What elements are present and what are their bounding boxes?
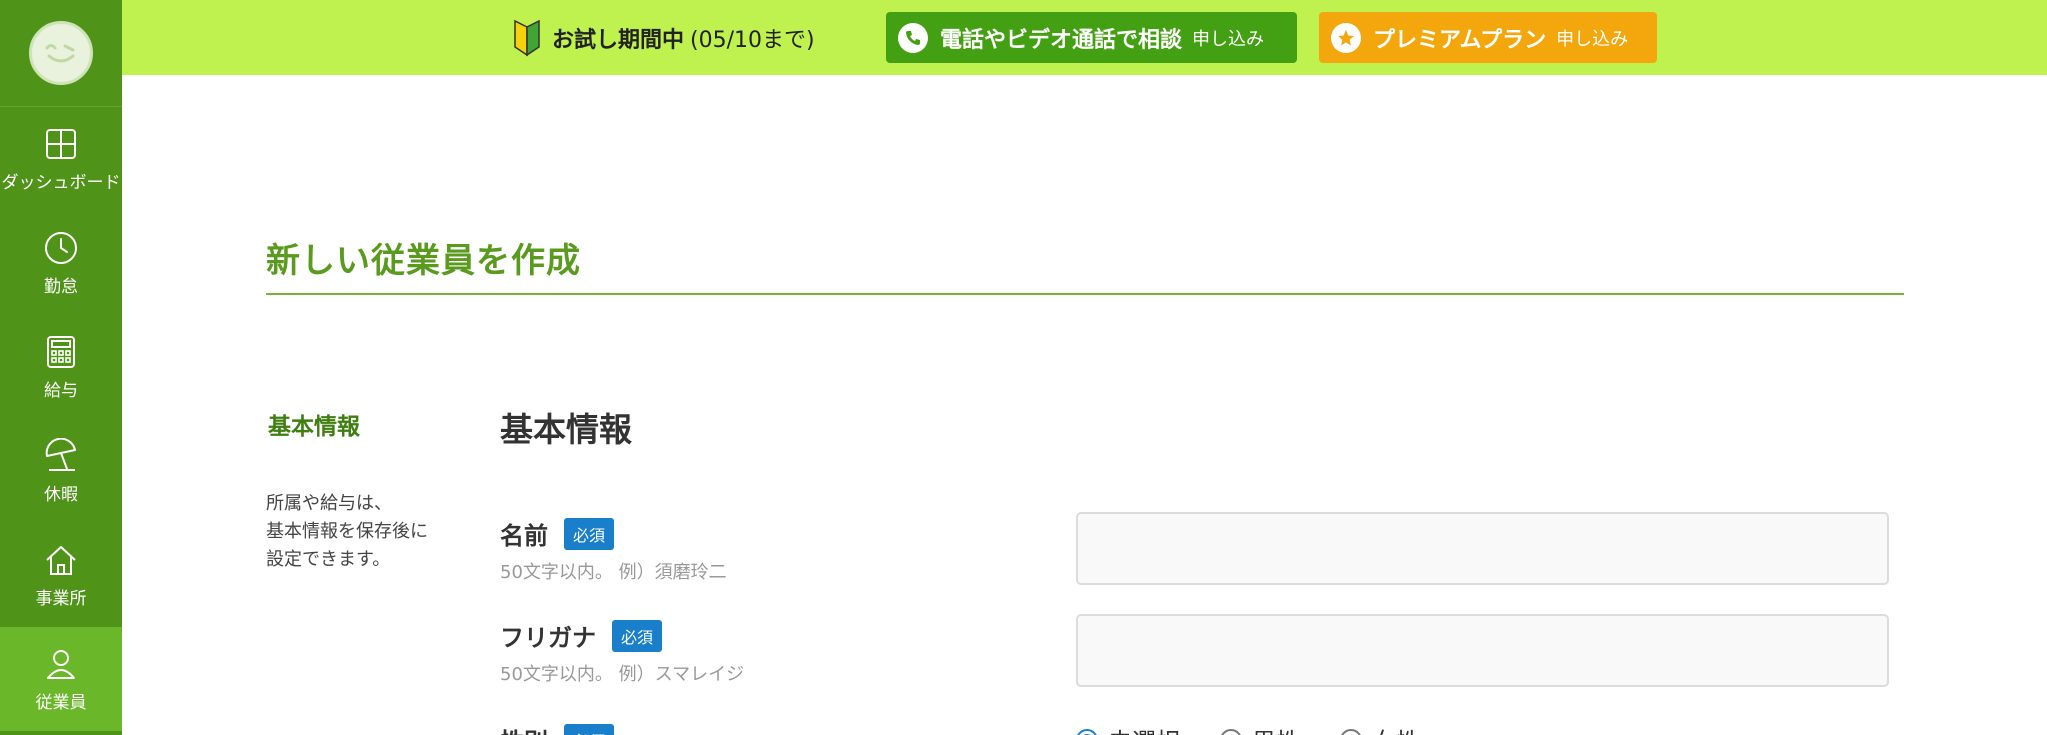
phone-icon [898, 22, 928, 53]
premium-plan-label: プレミアムプラン [1373, 27, 1547, 53]
gender-radio-female[interactable]: 女性 [1340, 722, 1420, 735]
sidebar-item-employees[interactable]: 従業員 [0, 627, 122, 731]
sidebar-item-label: ダッシュボード [1, 172, 121, 193]
gender-label: 性別 [500, 722, 548, 735]
calculator-icon [47, 335, 75, 368]
smiley-logo-icon [45, 44, 75, 63]
name-field-label: 名前 必須 [500, 516, 615, 551]
name-label: 名前 [500, 522, 548, 550]
dashboard-icon [46, 128, 76, 159]
radio-label: 男性 [1252, 722, 1300, 735]
section-nav-basic-info[interactable]: 基本情報 [268, 407, 360, 441]
consultation-label: 電話やビデオ通話で相談 [940, 27, 1183, 53]
gender-field-label: 性別 必須 [500, 722, 615, 735]
trial-status: お試し期間中 (05/10まで) [512, 18, 815, 58]
sidebar-item-office[interactable]: 事業所 [0, 523, 122, 627]
sidebar: ダッシュボード 勤怠 給与 休暇 事業所 従業員 [0, 0, 122, 735]
sidebar-item-label: 勤怠 [44, 276, 78, 297]
radio-label: 女性 [1372, 722, 1420, 735]
section-note-line: 基本情報を保存後に [266, 521, 428, 542]
consultation-apply: 申し込み [1192, 28, 1265, 50]
required-badge: 必須 [612, 619, 663, 652]
clock-icon [45, 231, 77, 264]
name-input[interactable] [1076, 512, 1889, 585]
beginner-leaf-icon [514, 19, 540, 57]
trial-label: お試し期間中 [552, 28, 685, 53]
gender-radio-male[interactable]: 男性 [1220, 722, 1300, 735]
radio-dot [1220, 728, 1242, 735]
kana-hint: 50文字以内。 例）スマレイジ [500, 664, 745, 685]
name-hint: 50文字以内。 例）須磨玲二 [500, 562, 727, 583]
sidebar-item-label: 休暇 [44, 484, 78, 505]
sidebar-item-payroll[interactable]: 給与 [0, 315, 122, 419]
required-badge: 必須 [564, 517, 615, 550]
radio-dot [1076, 728, 1098, 735]
kana-input[interactable] [1076, 614, 1889, 687]
top-banner: お試し期間中 (05/10まで) 電話やビデオ通話で相談 申し込み プレミアムプ… [122, 0, 2047, 75]
app-logo[interactable] [29, 21, 93, 85]
sidebar-item-attendance[interactable]: 勤怠 [0, 211, 122, 315]
radio-dot [1340, 728, 1362, 735]
sidebar-item-label: 給与 [44, 380, 78, 401]
section-note: 所属や給与は、 基本情報を保存後に 設定できます。 [266, 490, 466, 574]
sidebar-item-label: 従業員 [35, 692, 87, 713]
premium-plan-button[interactable]: プレミアムプラン 申し込み [1319, 12, 1657, 63]
kana-label: フリガナ [500, 624, 596, 652]
required-badge: 必須 [564, 723, 615, 735]
star-icon [1331, 22, 1361, 53]
premium-plan-apply: 申し込み [1556, 28, 1629, 50]
section-heading: 基本情報 [500, 410, 632, 449]
sidebar-item-label: 事業所 [35, 588, 87, 609]
beach-umbrella-icon [45, 437, 76, 471]
section-note-line: 所属や給与は、 [266, 493, 392, 514]
consultation-button[interactable]: 電話やビデオ通話で相談 申し込み [886, 12, 1297, 63]
page-title: 新しい従業員を作成 [266, 241, 581, 281]
person-icon [47, 649, 75, 679]
title-divider [266, 293, 1904, 295]
radio-label: 未選択 [1108, 722, 1180, 735]
sidebar-item-dashboard[interactable]: ダッシュボード [0, 107, 122, 211]
home-icon [46, 545, 76, 575]
trial-period: (05/10まで) [690, 28, 815, 53]
sidebar-item-leave[interactable]: 休暇 [0, 419, 122, 523]
gender-radio-group: 未選択 男性 女性 [1076, 722, 1460, 735]
logo-area [0, 0, 122, 107]
kana-field-label: フリガナ 必須 [500, 618, 663, 653]
gender-radio-unselected[interactable]: 未選択 [1076, 722, 1180, 735]
section-note-line: 設定できます。 [266, 549, 391, 570]
